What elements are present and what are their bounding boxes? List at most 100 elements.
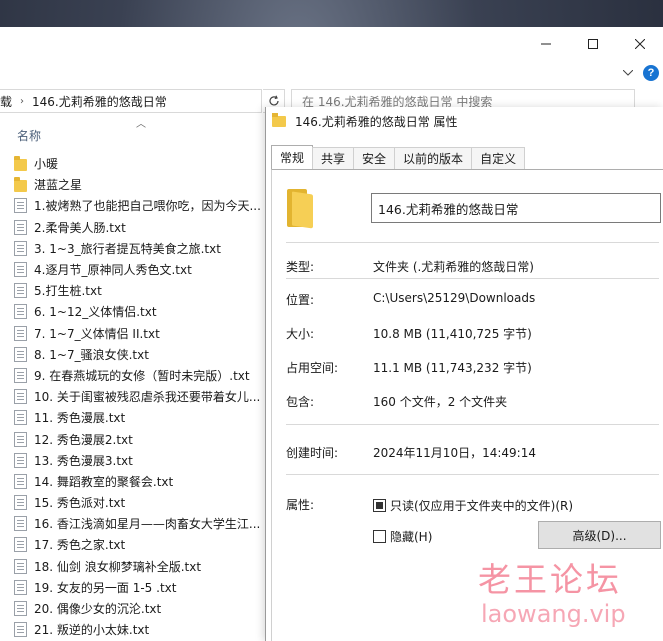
address-bar[interactable]: 载 › 146.尤莉希雅的悠哉日常 [0,89,262,113]
list-item[interactable]: 湛蓝之星 [14,174,264,195]
type-value: 文件夹 (.尤莉希雅的悠哉日常) [373,260,534,274]
text-file-icon [14,410,27,426]
contains-label: 包含: [286,395,315,409]
list-item-label: 16. 香江浅滴如星月——肉畜女大学生江... [34,517,261,532]
list-item[interactable]: 4.逐月节_原神同人秀色文.txt [14,259,264,280]
contains-value: 160 个文件，2 个文件夹 [373,395,508,409]
divider [286,278,659,279]
list-item[interactable]: 18. 仙剑 浪女柳梦璃补全版.txt [14,556,264,577]
dialog-title: 146.尤莉希雅的悠哉日常 属性 [295,114,458,129]
list-item-label: 13. 秀色漫展3.txt [34,453,133,468]
dialog-titlebar: 146.尤莉希雅的悠哉日常 属性 [266,107,663,135]
maximize-button[interactable] [569,27,616,61]
list-item-label: 2.柔骨美人肠.txt [34,220,126,235]
list-item[interactable]: 14. 舞蹈教室的聚餐会.txt [14,471,264,492]
list-item-label: 18. 仙剑 浪女柳梦璃补全版.txt [34,559,202,574]
list-item-label: 1.被烤熟了也能把自己喂你吃，因为今天... [34,199,261,214]
column-header-name[interactable]: 名称 [0,123,262,147]
text-file-icon [14,431,27,447]
location-value: C:\Users\25129\Downloads [373,291,536,305]
list-item[interactable]: 6. 1~12_义体情侣.txt [14,301,264,322]
list-item[interactable]: 7. 1~7_义体情侣 II.txt [14,323,264,344]
type-label: 类型: [286,260,315,274]
text-file-icon [14,452,27,468]
watermark-text: 老王论坛 [478,560,622,599]
list-item[interactable]: 15. 秀色派对.txt [14,492,264,513]
list-item[interactable]: 2.柔骨美人肠.txt [14,217,264,238]
list-item[interactable]: 12. 秀色漫展2.txt [14,428,264,449]
window-controls [522,27,663,61]
divider [286,424,659,425]
list-item-label: 12. 秀色漫展2.txt [34,432,133,447]
folder-icon [14,176,27,192]
divider [286,474,659,475]
maximize-icon [587,39,598,49]
tab-sharing[interactable]: 共享 [312,147,355,169]
list-item[interactable]: 20. 偶像少女的沉沦.txt [14,598,264,619]
list-item-label: 10. 关于闺蜜被残忍虐杀我还要带着女儿... [34,390,261,405]
list-item-label: 11. 秀色漫展.txt [34,411,126,426]
list-item-label: 19. 女友的另一面 1-5 .txt [34,580,177,595]
list-item[interactable]: 17. 秀色之家.txt [14,534,264,555]
list-item[interactable]: 10. 关于闺蜜被残忍虐杀我还要带着女儿... [14,386,264,407]
list-item[interactable]: 13. 秀色漫展3.txt [14,450,264,471]
list-item[interactable]: 11. 秀色漫展.txt [14,407,264,428]
attributes-label: 属性: [286,498,315,512]
list-item-label: 小暖 [34,157,59,172]
close-icon [634,39,645,49]
list-item[interactable]: 21. 叛逆的小太妹.txt [14,619,264,640]
list-item-label: 17. 秀色之家.txt [34,538,126,553]
text-file-icon [14,537,27,553]
list-item-label: 5.打生桩.txt [34,284,102,299]
advanced-button[interactable]: 高级(D)... [538,521,661,549]
breadcrumb-downloads[interactable]: 载 [0,93,12,110]
text-file-icon [14,325,27,341]
chevron-right-icon: › [20,95,25,107]
list-item[interactable]: 1.被烤熟了也能把自己喂你吃，因为今天... [14,195,264,216]
list-item[interactable]: 小暖 [14,153,264,174]
hidden-label: 隐藏(H) [390,530,433,544]
folder-icon [272,112,286,127]
readonly-checkbox[interactable]: 只读(仅应用于文件夹中的文件)(R) [373,497,573,514]
help-button[interactable]: ? [643,65,659,81]
disk-size-label: 占用空间: [286,361,339,375]
list-item[interactable]: 19. 女友的另一面 1-5 .txt [14,577,264,598]
size-value: 10.8 MB (11,410,725 字节) [373,327,532,341]
expand-ribbon-button[interactable] [621,66,635,80]
text-file-icon [14,516,27,532]
watermark-url: laowang.vip [481,600,626,628]
minimize-icon [540,43,551,45]
text-file-icon [14,473,27,489]
text-file-icon [14,579,27,595]
text-file-icon [14,283,27,299]
folder-large-icon [287,189,313,229]
list-item[interactable]: 8. 1~7_骚浪女侠.txt [14,344,264,365]
text-file-icon [14,558,27,574]
list-item-label: 4.逐月节_原神同人秀色文.txt [34,263,192,278]
breadcrumb-current[interactable]: 146.尤莉希雅的悠哉日常 [32,93,167,110]
list-item[interactable]: 3. 1~3_旅行者提瓦特美食之旅.txt [14,238,264,259]
created-label: 创建时间: [286,446,339,460]
text-file-icon [14,240,27,256]
checkbox-indeterminate-icon [373,499,386,512]
file-list: 小暖湛蓝之星 1.被烤熟了也能把自己喂你吃，因为今天... 2.柔骨美人肠.txt 3… [14,153,264,640]
close-button[interactable] [616,27,663,61]
tab-security[interactable]: 安全 [353,147,396,169]
list-item[interactable]: 5.打生桩.txt [14,280,264,301]
tab-customize[interactable]: 自定义 [471,147,526,169]
folder-name-field[interactable]: 146.尤莉希雅的悠哉日常 [371,193,661,223]
list-item[interactable]: 16. 香江浅滴如星月——肉畜女大学生江... [14,513,264,534]
ribbon-controls: ? [621,61,663,85]
checkbox-unchecked-icon [373,530,386,543]
minimize-button[interactable] [522,27,569,61]
list-item-label: 15. 秀色派对.txt [34,496,126,511]
hidden-checkbox[interactable]: 隐藏(H) [373,528,432,545]
divider [286,242,659,243]
tab-general[interactable]: 常规 [271,145,314,169]
list-item-label: 14. 舞蹈教室的聚餐会.txt [34,474,174,489]
tab-previous-versions[interactable]: 以前的版本 [394,147,473,169]
text-file-icon [14,304,27,320]
disk-size-value: 11.1 MB (11,743,232 字节) [373,361,532,375]
chevron-down-icon [623,70,633,76]
list-item[interactable]: 9. 在春燕城玩的女修（暂时未完版）.txt [14,365,264,386]
